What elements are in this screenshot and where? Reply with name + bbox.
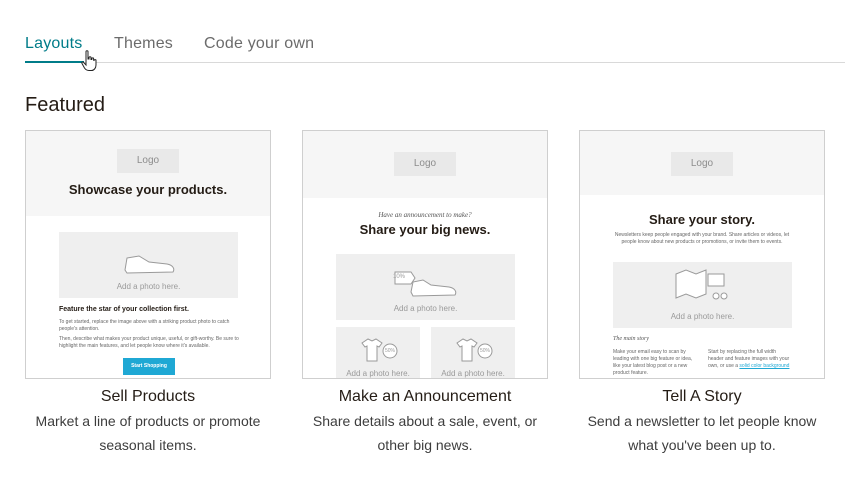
card-description-sell-products-line2: seasonal items. bbox=[99, 437, 197, 453]
tab-themes[interactable]: Themes bbox=[114, 35, 173, 53]
preview-kicker: The main story bbox=[613, 336, 649, 342]
preview-heading: Share your story. bbox=[649, 212, 755, 227]
preview-tag-2: 50% bbox=[385, 348, 396, 354]
layout-card-sell-products[interactable]: Logo Showcase your products. Add a photo… bbox=[25, 130, 271, 379]
card-description-make-an-announcement-line2: other big news. bbox=[377, 437, 473, 453]
photo-label: Add a photo here. bbox=[393, 304, 458, 313]
shoe-icon bbox=[124, 255, 175, 274]
preview-tag-3: 50% bbox=[480, 348, 491, 354]
tab-layouts[interactable]: Layouts bbox=[25, 35, 82, 53]
map-camera-icon bbox=[675, 269, 728, 300]
tab-code-your-own[interactable]: Code your own bbox=[204, 35, 314, 53]
active-tab-indicator bbox=[25, 61, 84, 63]
preview-heading: Share your big news. bbox=[359, 222, 491, 237]
preview-kicker: Have an announcement to make? bbox=[378, 211, 472, 219]
preview-logo: Logo bbox=[671, 152, 733, 176]
preview-subheading: Feature the star of your collection firs… bbox=[59, 306, 189, 313]
preview-header bbox=[26, 131, 270, 216]
preview-photo-placeholder: Add a photo here. bbox=[59, 232, 238, 298]
card-description-make-an-announcement-line1: Share details about a sale, event, or bbox=[312, 413, 538, 429]
preview-solid-color-link: solid color background bbox=[739, 363, 790, 369]
preview-column-2: Start by replacing the full width header… bbox=[708, 349, 792, 370]
card-description-sell-products-line1: Market a line of products or promote bbox=[35, 413, 261, 429]
photo-label-2: Add a photo here. bbox=[346, 369, 410, 378]
layout-card-tell-a-story[interactable]: Logo Share your story. Newsletters keep … bbox=[579, 130, 825, 379]
photo-label-3: Add a photo here. bbox=[441, 369, 505, 378]
preview-intro: Newsletters keep people engaged with you… bbox=[614, 232, 790, 245]
preview-tag-1: 10% bbox=[393, 274, 406, 280]
preview-photo-placeholder-3: 50% Add a photo here. bbox=[431, 327, 515, 378]
card-title-sell-products[interactable]: Sell Products bbox=[8, 388, 288, 406]
hand-cursor-icon bbox=[81, 50, 97, 71]
tabs-divider bbox=[25, 62, 845, 63]
preview-body-2: Then, describe what makes your product u… bbox=[59, 336, 239, 349]
preview-photo-placeholder: Add a photo here. bbox=[613, 262, 792, 328]
shoe-tag-icon bbox=[394, 271, 457, 297]
photo-label: Add a photo here. bbox=[116, 282, 181, 291]
preview-photo-placeholder-2: 50% Add a photo here. bbox=[336, 327, 420, 378]
section-title: Featured bbox=[25, 94, 106, 116]
preview-heading: Showcase your products. bbox=[68, 182, 228, 197]
preview-logo: Logo bbox=[394, 152, 456, 176]
photo-label: Add a photo here. bbox=[670, 312, 735, 321]
preview-body-1: To get started, replace the image above … bbox=[59, 319, 230, 332]
card-title-tell-a-story[interactable]: Tell A Story bbox=[562, 388, 842, 406]
layout-card-make-an-announcement[interactable]: Logo Have an announcement to make? Share… bbox=[302, 130, 548, 379]
card-description-tell-a-story-line1: Send a newsletter to let people know bbox=[587, 413, 817, 429]
preview-column-1: Make your email easy to scan by leading … bbox=[613, 349, 693, 376]
preview-start-shopping-button: Start Shopping bbox=[123, 358, 175, 375]
preview-logo: Logo bbox=[117, 149, 179, 173]
preview-photo-placeholder: 10% Add a photo here. bbox=[336, 254, 515, 320]
card-title-make-an-announcement[interactable]: Make an Announcement bbox=[285, 388, 565, 406]
card-description-tell-a-story-line2: what you've been up to. bbox=[628, 437, 776, 453]
